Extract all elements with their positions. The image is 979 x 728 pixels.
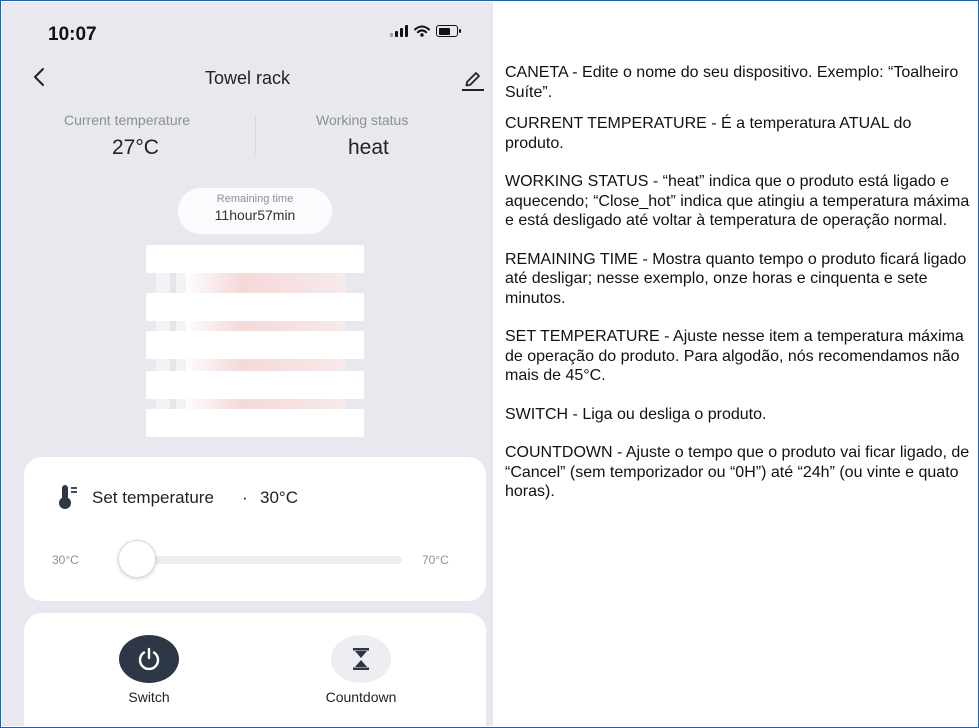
note-countdown: COUNTDOWN - Ajuste o tempo que o produto…	[505, 444, 970, 500]
instructions-text: CANETA - Edite o nome do seu dispositivo…	[505, 63, 970, 502]
wifi-icon	[414, 25, 430, 37]
power-icon	[138, 647, 160, 671]
note-working-status: WORKING STATUS - “heat” indica que o pro…	[505, 173, 970, 229]
current-temperature-value: 27°C	[112, 136, 159, 159]
remaining-time-pill: Remaining time 11hour57min	[178, 188, 332, 234]
battery-icon	[436, 25, 461, 37]
edit-pen-icon[interactable]	[460, 66, 486, 92]
note-remaining-time: REMAINING TIME - Mostra quanto tempo o p…	[505, 250, 967, 307]
set-temperature-separator: ·	[242, 488, 248, 507]
phone-screen: 10:07 Towel rack Current temperature 27°…	[2, 2, 493, 726]
controls-card: Switch Countdown	[24, 613, 486, 726]
note-caneta: CANETA - Edite o nome do seu dispositivo…	[505, 64, 959, 101]
working-status-label: Working status	[316, 112, 409, 128]
status-icons	[390, 25, 461, 37]
temperature-min-label: 30°C	[52, 553, 79, 567]
temperature-slider-track[interactable]	[118, 556, 402, 564]
switch-button[interactable]	[119, 635, 179, 683]
switch-label: Switch	[128, 689, 170, 705]
page-title: Towel rack	[204, 68, 291, 88]
set-temperature-card: Set temperature · 30°C 30°C 70°C	[24, 457, 486, 601]
thermometer-icon	[59, 485, 77, 509]
working-status-value: heat	[348, 136, 389, 159]
temperature-slider-thumb[interactable]	[118, 540, 156, 578]
note-set-temperature: SET TEMPERATURE - Ajuste nesse item a te…	[505, 328, 964, 384]
current-temperature-label: Current temperature	[64, 112, 191, 128]
remaining-time-value: 11hour57min	[214, 207, 296, 223]
status-time: 10:07	[48, 24, 97, 45]
stats-divider	[255, 116, 256, 154]
signal-icon	[390, 25, 408, 37]
countdown-button[interactable]	[331, 635, 391, 683]
set-temperature-label: Set temperature	[92, 488, 214, 507]
temperature-max-label: 70°C	[422, 553, 449, 567]
hourglass-icon	[353, 648, 369, 670]
towel-rack-illustration	[146, 245, 364, 437]
note-current-temperature: CURRENT TEMPERATURE - É a temperatura AT…	[505, 115, 912, 152]
set-temperature-value: 30°C	[260, 488, 298, 507]
countdown-label: Countdown	[325, 689, 397, 705]
note-switch: SWITCH - Liga ou desliga o produto.	[505, 405, 767, 423]
remaining-time-label: Remaining time	[216, 193, 294, 205]
